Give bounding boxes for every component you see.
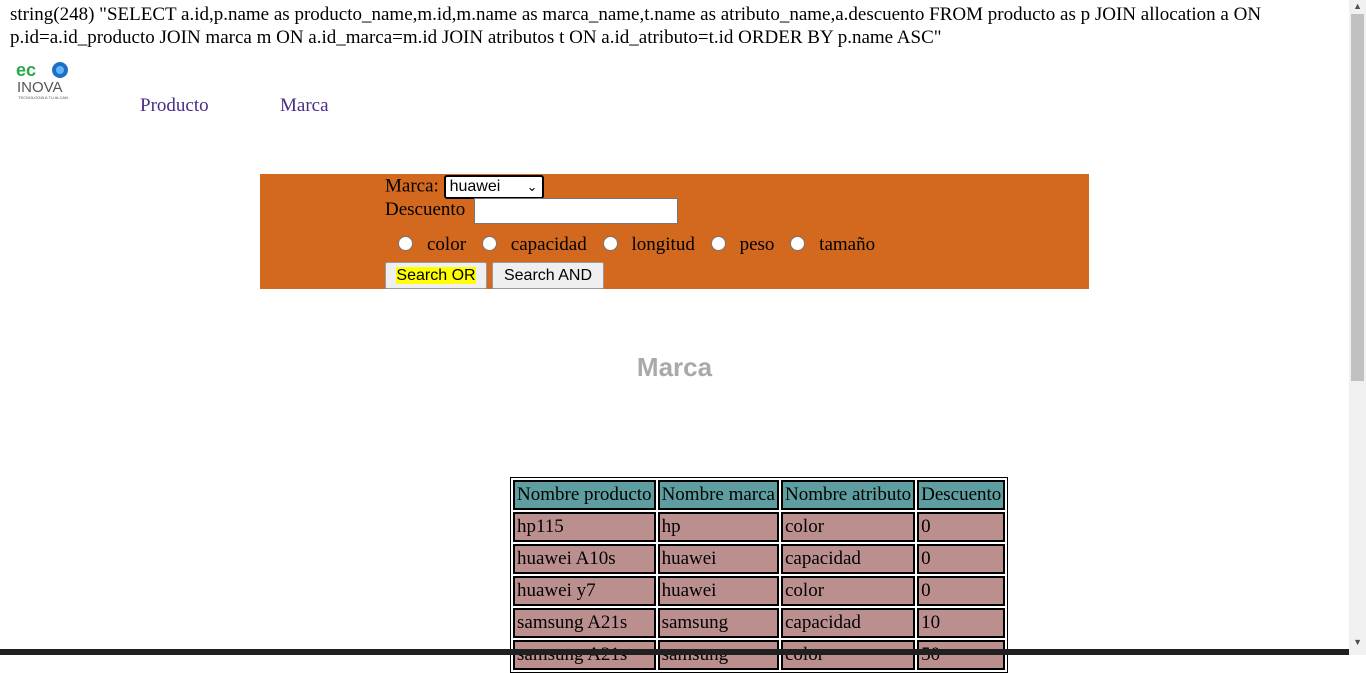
radio-option-capacidad[interactable]: capacidad: [479, 234, 587, 256]
table-cell: huawei: [657, 576, 779, 606]
table-cell: color: [780, 576, 916, 606]
svg-text:INOVA: INOVA: [17, 79, 63, 96]
radio-button[interactable]: [602, 236, 618, 251]
table-row: hp115 hp color 0: [513, 512, 1006, 542]
section-title: Marca: [636, 352, 713, 382]
table-cell: color: [780, 640, 916, 670]
table-cell: samsung: [657, 640, 779, 670]
radio-button[interactable]: [790, 236, 806, 251]
attribute-radio-group: color capacidad longitud peso tamaño: [395, 234, 883, 256]
table-cell: huawei A10s: [513, 544, 656, 574]
column-header: Descuento: [917, 480, 1006, 510]
svg-text:TECNOLOGIA A TU ALCANCE: TECNOLOGIA A TU ALCANCE: [18, 95, 68, 100]
radio-label: longitud: [631, 234, 695, 255]
table-cell: capacidad: [780, 608, 916, 638]
table-cell: samsung A21s: [513, 640, 656, 670]
radio-label: color: [427, 234, 467, 255]
taskbar-edge: [0, 649, 1349, 655]
table-cell: color: [780, 512, 916, 542]
table-cell: 0: [917, 544, 1006, 574]
descuento-input[interactable]: [474, 198, 678, 224]
marca-select[interactable]: huawei ⌄: [443, 175, 544, 199]
radio-option-color[interactable]: color: [395, 234, 466, 256]
table-cell: huawei y7: [513, 576, 656, 606]
svg-text:ec: ec: [16, 60, 36, 80]
radio-option-tamano[interactable]: tamaño: [787, 234, 875, 256]
search-or-button[interactable]: Search OR: [385, 262, 487, 289]
search-and-button[interactable]: Search AND: [492, 262, 604, 289]
table-cell: 0: [917, 512, 1006, 542]
column-header: Nombre marca: [657, 480, 779, 510]
radio-label: capacidad: [510, 234, 587, 255]
table-row: huawei y7 huawei color 0: [513, 576, 1006, 606]
radio-label: peso: [739, 234, 775, 255]
table-header-row: Nombre producto Nombre marca Nombre atri…: [513, 480, 1006, 510]
radio-option-peso[interactable]: peso: [708, 234, 775, 256]
table-row: huawei A10s huawei capacidad 0: [513, 544, 1006, 574]
nav-link-producto[interactable]: Producto: [140, 95, 209, 117]
radio-button[interactable]: [710, 236, 726, 251]
debug-query-output: string(248) "SELECT a.id,p.name as produ…: [10, 4, 1262, 48]
search-and-label: Search AND: [503, 267, 593, 284]
radio-option-longitud[interactable]: longitud: [600, 234, 695, 256]
search-form: Marca: huawei ⌄ Descuento color capacida…: [260, 174, 1089, 289]
marca-label: Marca:: [385, 175, 439, 197]
table-cell: samsung A21s: [513, 608, 656, 638]
table-cell: samsung: [657, 608, 779, 638]
descuento-row: Descuento: [385, 198, 685, 224]
radio-label: tamaño: [819, 234, 876, 255]
table-row: samsung A21s samsung color 50: [513, 640, 1006, 670]
table-cell: 10: [917, 608, 1006, 638]
marca-selected-value: huawei: [449, 178, 501, 195]
descuento-label: Descuento: [385, 199, 466, 220]
results-table: Nombre producto Nombre marca Nombre atri…: [510, 477, 1009, 673]
table-cell: 0: [917, 576, 1006, 606]
table-cell: 50: [917, 640, 1006, 670]
nav-link-marca[interactable]: Marca: [280, 95, 329, 117]
scroll-up-arrow-icon[interactable]: ▲: [1353, 1, 1362, 11]
table-cell: hp115: [513, 512, 656, 542]
radio-button[interactable]: [398, 236, 413, 251]
ecoinova-logo[interactable]: ec INOVA TECNOLOGIA A TU ALCANCE: [16, 60, 74, 100]
scrollbar-thumb[interactable]: [1351, 14, 1364, 381]
vertical-scrollbar[interactable]: ▲ ▼: [1349, 0, 1366, 655]
column-header: Nombre atributo: [780, 480, 916, 510]
table-cell: capacidad: [780, 544, 916, 574]
chevron-down-icon: ⌄: [526, 179, 538, 194]
scroll-down-arrow-icon[interactable]: ▼: [1353, 637, 1362, 647]
marca-row: Marca: huawei ⌄: [385, 175, 544, 199]
search-or-label: Search OR: [396, 267, 476, 284]
radio-button[interactable]: [481, 236, 497, 251]
column-header: Nombre producto: [513, 480, 656, 510]
table-cell: hp: [657, 512, 779, 542]
table-row: samsung A21s samsung capacidad 10: [513, 608, 1006, 638]
table-cell: huawei: [657, 544, 779, 574]
